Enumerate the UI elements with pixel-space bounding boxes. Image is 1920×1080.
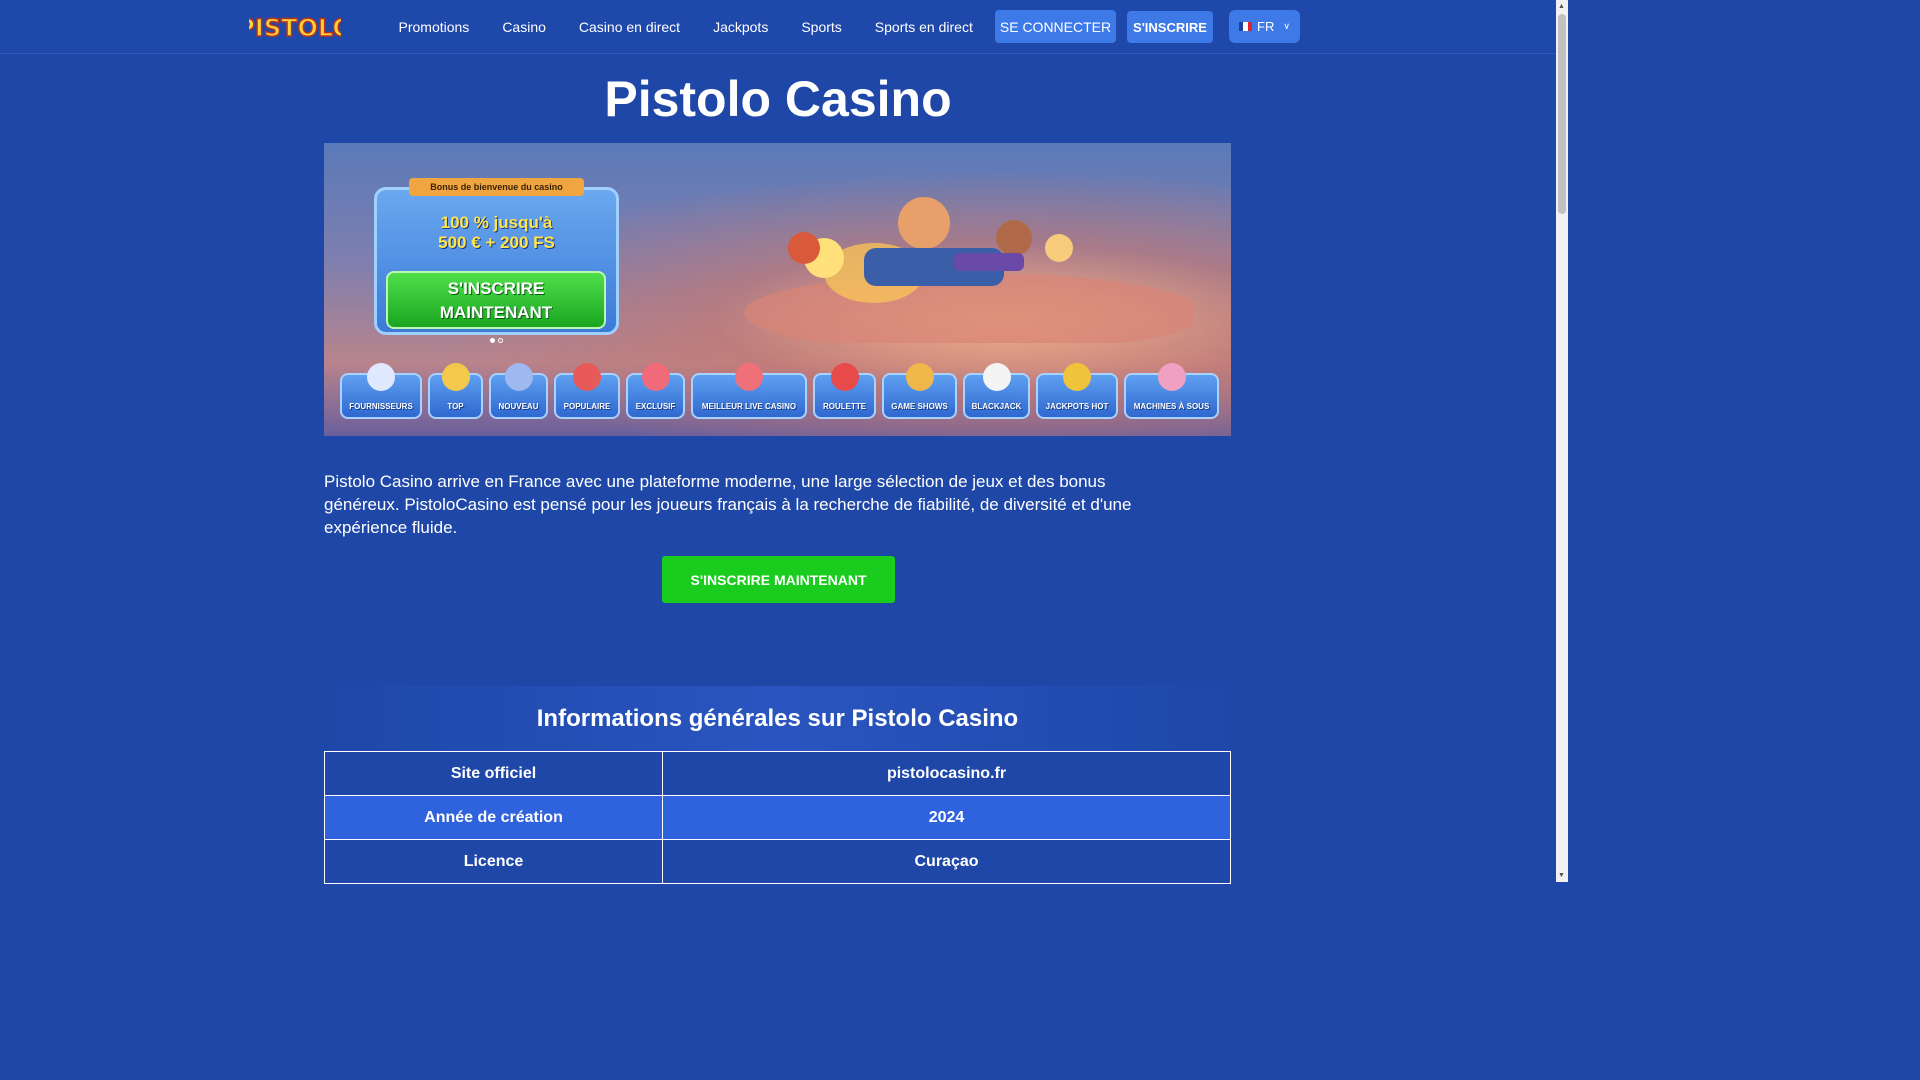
rocket-icon [573, 363, 601, 391]
nav-promotions[interactable]: Promotions [382, 19, 486, 35]
bonus-line-1: 100 % jusqu'à [440, 213, 553, 232]
banner-cta-line-2: MAINTENANT [439, 303, 553, 322]
table-row: Site officiel pistolocasino.fr [324, 751, 1231, 796]
login-button[interactable]: SE CONNECTER [995, 10, 1116, 43]
category-jackpots-hot[interactable]: JACKPOTS HOT [1036, 363, 1118, 419]
category-game-shows[interactable]: GAME SHOWS [882, 363, 957, 419]
category-machines-a-sous[interactable]: MACHINES À SOUS [1124, 363, 1219, 419]
site-header: PISTOLO Promotions Casino Casino en dire… [0, 0, 1556, 54]
category-fournisseurs[interactable]: FOURNISSEURS [340, 363, 422, 419]
bonus-tag: Bonus de bienvenue du casino [409, 178, 584, 196]
microphone-icon [905, 363, 934, 391]
table-row: Licence Curaçao [324, 839, 1231, 884]
info-label: Site officiel [324, 751, 663, 796]
category-nouveau[interactable]: NOUVEAU [489, 363, 548, 419]
language-label: FR [1257, 19, 1275, 34]
bonus-offer-text: 100 % jusqu'à 500 € + 200 FS [379, 213, 614, 253]
crown-icon [441, 363, 470, 391]
nav-sports[interactable]: Sports [785, 19, 858, 35]
page-title: Pistolo Casino [604, 71, 952, 127]
category-meilleur-live-casino[interactable]: MEILLEUR LIVE CASINO [691, 363, 807, 419]
scroll-thumb[interactable] [1558, 14, 1566, 214]
info-value: Curaçao [662, 839, 1231, 884]
hero-banner[interactable]: Bonus de bienvenue du casino 100 % jusqu… [324, 143, 1231, 436]
language-selector[interactable]: FR ∨ [1229, 10, 1300, 43]
main-nav: Promotions Casino Casino en direct Jackp… [382, 0, 989, 54]
category-top[interactable]: TOP [428, 363, 483, 419]
france-flag-icon [1239, 22, 1252, 31]
nav-casino[interactable]: Casino [486, 19, 563, 35]
category-roulette[interactable]: ROULETTE [813, 363, 876, 419]
banner-cta-line-1: S'INSCRIRE [447, 279, 545, 298]
carousel-dot-2[interactable] [498, 338, 503, 343]
category-row: FOURNISSEURS TOP NOUVEAU POPULAIRE EXCLU… [340, 363, 1219, 419]
hero-characters-illustration [744, 197, 1194, 343]
category-populaire[interactable]: POPULAIRE [554, 363, 620, 419]
roulette-icon [830, 363, 859, 391]
info-value: 2024 [662, 795, 1231, 840]
playing-cards-icon [982, 363, 1011, 391]
carousel-dot-1[interactable] [490, 338, 495, 343]
signup-now-button[interactable]: S'INSCRIRE MAINTENANT [662, 556, 895, 603]
info-section-title: Informations générales sur Pistolo Casin… [324, 686, 1231, 751]
scroll-down-arrow-icon[interactable]: ▼ [1558, 872, 1565, 879]
info-table: Site officiel pistolocasino.fr Année de … [324, 751, 1231, 884]
slot-machine-icon [1157, 363, 1186, 391]
info-label: Année de création [324, 795, 663, 840]
scroll-up-arrow-icon[interactable]: ▲ [1558, 3, 1565, 10]
megaphone-icon [504, 363, 533, 391]
signup-button[interactable]: S'INSCRIRE [1127, 11, 1213, 43]
nav-casino-en-direct[interactable]: Casino en direct [562, 19, 696, 35]
bonus-line-2: 500 € + 200 FS [438, 233, 555, 252]
category-exclusif[interactable]: EXCLUSIF [626, 363, 685, 419]
nav-sports-en-direct[interactable]: Sports en direct [858, 19, 989, 35]
intro-paragraph: Pistolo Casino arrive en France avec une… [324, 472, 1132, 537]
banner-signup-button[interactable]: S'INSCRIRE MAINTENANT [386, 271, 606, 329]
logo-wordmark: PISTOLO [249, 14, 341, 42]
document-icon [367, 363, 395, 391]
pistolo-logo[interactable]: PISTOLO [249, 6, 341, 48]
chevron-down-icon: ∨ [1283, 21, 1290, 31]
page-scrollbar[interactable]: ▲ ▼ [1556, 0, 1568, 882]
gem-icon [641, 363, 670, 391]
info-value: pistolocasino.fr [662, 751, 1231, 796]
carousel-dots[interactable] [490, 338, 503, 343]
lucky-seven-icon [1063, 363, 1091, 391]
category-blackjack[interactable]: BLACKJACK [963, 363, 1030, 419]
chip-icon [735, 363, 763, 391]
info-label: Licence [324, 839, 663, 884]
table-row: Année de création 2024 [324, 795, 1231, 840]
nav-jackpots[interactable]: Jackpots [697, 19, 785, 35]
